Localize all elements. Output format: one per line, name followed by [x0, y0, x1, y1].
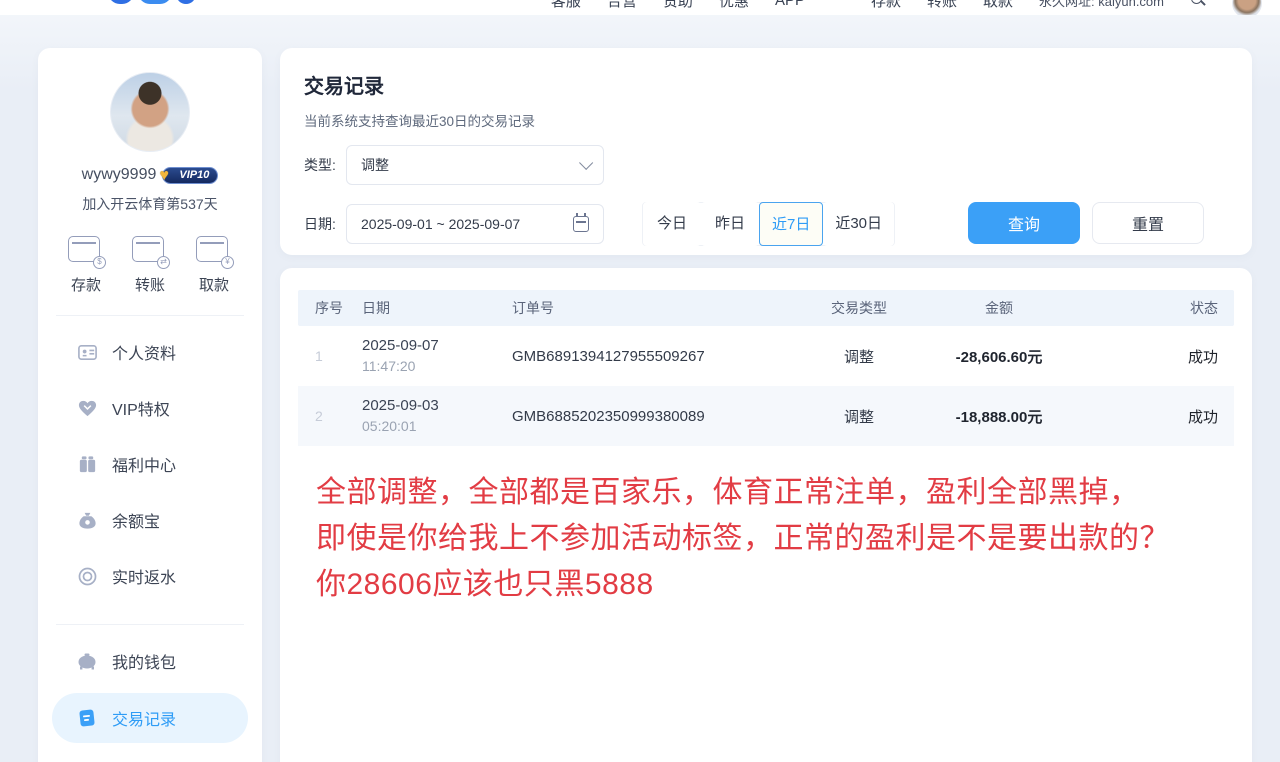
- date-range-value: 2025-09-01 ~ 2025-09-07: [361, 216, 520, 232]
- transactions-table-panel: 序号 日期 订单号 交易类型 金额 状态 1 2025-09-07 11:47:…: [280, 268, 1252, 762]
- transaction-doc-icon: [76, 707, 98, 729]
- rebate-rings-icon: [76, 565, 98, 587]
- top-navigation-bar: 客服 合营 赞助 优惠 APP 存款 转账 取款 永久网址: kaiyun.co…: [0, 0, 1280, 15]
- query-button[interactable]: 查询: [968, 202, 1080, 244]
- row-status: 成功: [1074, 346, 1234, 367]
- vip-badge[interactable]: ♥ VIP10: [162, 167, 218, 184]
- join-days-text: 加入开云体育第537天: [38, 194, 262, 214]
- site-logo[interactable]: [108, 0, 196, 4]
- table-header-row: 序号 日期 订单号 交易类型 金额 状态: [298, 290, 1234, 326]
- nav-partnership[interactable]: 合营: [607, 0, 637, 11]
- username: wywy9999: [82, 166, 157, 184]
- type-filter-row: 类型: 调整: [304, 145, 1228, 185]
- annotation-line-3: 你28606应该也只黑5888: [316, 562, 1234, 608]
- row-order-number: GMB6885202350999380089: [504, 408, 794, 425]
- sidebar: wywy9999 ♥ VIP10 加入开云体育第537天 $ 存款 ⇄ 转账 ¥…: [38, 48, 262, 762]
- vip-heart-gem-icon: [76, 397, 98, 419]
- quick-action-deposit[interactable]: $ 存款: [62, 236, 110, 295]
- row-amount: -28,606.60元: [924, 346, 1074, 367]
- transfer-card-icon: ⇄: [132, 236, 168, 266]
- sidebar-menu-group-1: 个人资料 VIP特权 福利中心 余额宝 实时返水: [38, 316, 262, 604]
- nav-transfer[interactable]: 转账: [927, 0, 957, 11]
- sidebar-item-welfare[interactable]: 福利中心: [38, 436, 262, 492]
- header-date: 日期: [354, 298, 504, 318]
- filter-panel: 交易记录 当前系统支持查询最近30日的交易记录 类型: 调整 日期: 2025-…: [280, 48, 1252, 255]
- nav-customer-service[interactable]: 客服: [551, 0, 581, 11]
- quick-actions: $ 存款 ⇄ 转账 ¥ 取款: [38, 236, 262, 295]
- table-row[interactable]: 1 2025-09-07 11:47:20 GMB689139412795550…: [298, 326, 1234, 386]
- vip-heart-icon: ♥: [159, 167, 169, 185]
- row-type: 调整: [794, 406, 924, 427]
- sidebar-item-transactions[interactable]: 交易记录: [52, 693, 248, 743]
- type-label: 类型:: [304, 155, 336, 175]
- sidebar-menu-group-2: 我的钱包 交易记录 投注记录: [38, 625, 262, 762]
- header-status: 状态: [1074, 298, 1234, 318]
- sidebar-item-vip[interactable]: VIP特权: [38, 380, 262, 436]
- chevron-down-icon: [579, 156, 593, 170]
- header-amount: 金额: [924, 298, 1074, 318]
- row-status: 成功: [1074, 406, 1234, 427]
- sidebar-item-wallet[interactable]: 我的钱包: [38, 633, 262, 689]
- quick-action-withdraw[interactable]: ¥ 取款: [190, 236, 238, 295]
- row-type: 调整: [794, 346, 924, 367]
- sidebar-item-yuebao[interactable]: 余额宝: [38, 492, 262, 548]
- nav-promotions[interactable]: 优惠: [719, 0, 749, 11]
- row-index: 1: [298, 348, 354, 364]
- type-select[interactable]: 调整: [346, 145, 604, 185]
- row-order-number: GMB6891394127955509267: [504, 348, 794, 365]
- header-index: 序号: [298, 298, 354, 318]
- quick-action-transfer[interactable]: ⇄ 转账: [126, 236, 174, 295]
- sidebar-item-rebate[interactable]: 实时返水: [38, 548, 262, 604]
- row-index: 2: [298, 408, 354, 424]
- reset-button[interactable]: 重置: [1092, 202, 1204, 244]
- quick-range-group: 今日 昨日 近7日 近30日: [642, 202, 895, 246]
- deposit-card-icon: $: [68, 236, 104, 266]
- type-select-value: 调整: [361, 155, 389, 175]
- nav-withdraw[interactable]: 取款: [983, 0, 1013, 11]
- money-bag-icon: [76, 509, 98, 531]
- profile-avatar[interactable]: [110, 72, 190, 152]
- sidebar-item-bets[interactable]: 投注记录: [38, 747, 262, 762]
- page-title: 交易记录: [304, 70, 1228, 99]
- sidebar-item-profile[interactable]: 个人资料: [38, 324, 262, 380]
- date-filter-row: 日期: 2025-09-01 ~ 2025-09-07 今日 昨日 近7日 近3…: [304, 204, 1228, 244]
- range-yesterday-button[interactable]: 昨日: [701, 202, 759, 246]
- nav-app[interactable]: APP: [775, 0, 805, 9]
- annotation-line-1: 全部调整，全部都是百家乐，体育正常注单，盈利全部黑掉，: [316, 470, 1234, 516]
- range-last7days-button[interactable]: 近7日: [759, 202, 823, 246]
- date-range-input[interactable]: 2025-09-01 ~ 2025-09-07: [346, 204, 604, 244]
- gift-icon: [76, 453, 98, 475]
- header-type: 交易类型: [794, 298, 924, 318]
- row-date: 2025-09-03 05:20:01: [354, 396, 504, 435]
- nav-deposit[interactable]: 存款: [871, 0, 901, 11]
- row-date: 2025-09-07 11:47:20: [354, 336, 504, 375]
- withdraw-card-icon: ¥: [196, 236, 232, 266]
- date-label: 日期:: [304, 214, 336, 234]
- annotation-line-2: 即使是你给我上不参加活动标签，正常的盈利是不是要出款的？: [316, 516, 1234, 562]
- id-card-icon: [76, 341, 98, 363]
- nav-sponsorship[interactable]: 赞助: [663, 0, 693, 11]
- table-row[interactable]: 2 2025-09-03 05:20:01 GMB688520235099938…: [298, 386, 1234, 446]
- page-subtitle: 当前系统支持查询最近30日的交易记录: [304, 110, 1228, 130]
- permanent-url-text: 永久网址: kaiyun.com: [1039, 0, 1164, 10]
- row-amount: -18,888.00元: [924, 406, 1074, 427]
- range-last30days-button[interactable]: 近30日: [823, 202, 894, 246]
- user-avatar-small[interactable]: [1232, 0, 1262, 15]
- search-icon[interactable]: [1190, 0, 1206, 8]
- calendar-icon: [573, 216, 589, 232]
- header-order: 订单号: [504, 298, 794, 318]
- range-today-button[interactable]: 今日: [643, 202, 701, 246]
- red-annotation-text: 全部调整，全部都是百家乐，体育正常注单，盈利全部黑掉， 即使是你给我上不参加活动…: [316, 470, 1234, 608]
- piggy-bank-icon: [76, 650, 98, 672]
